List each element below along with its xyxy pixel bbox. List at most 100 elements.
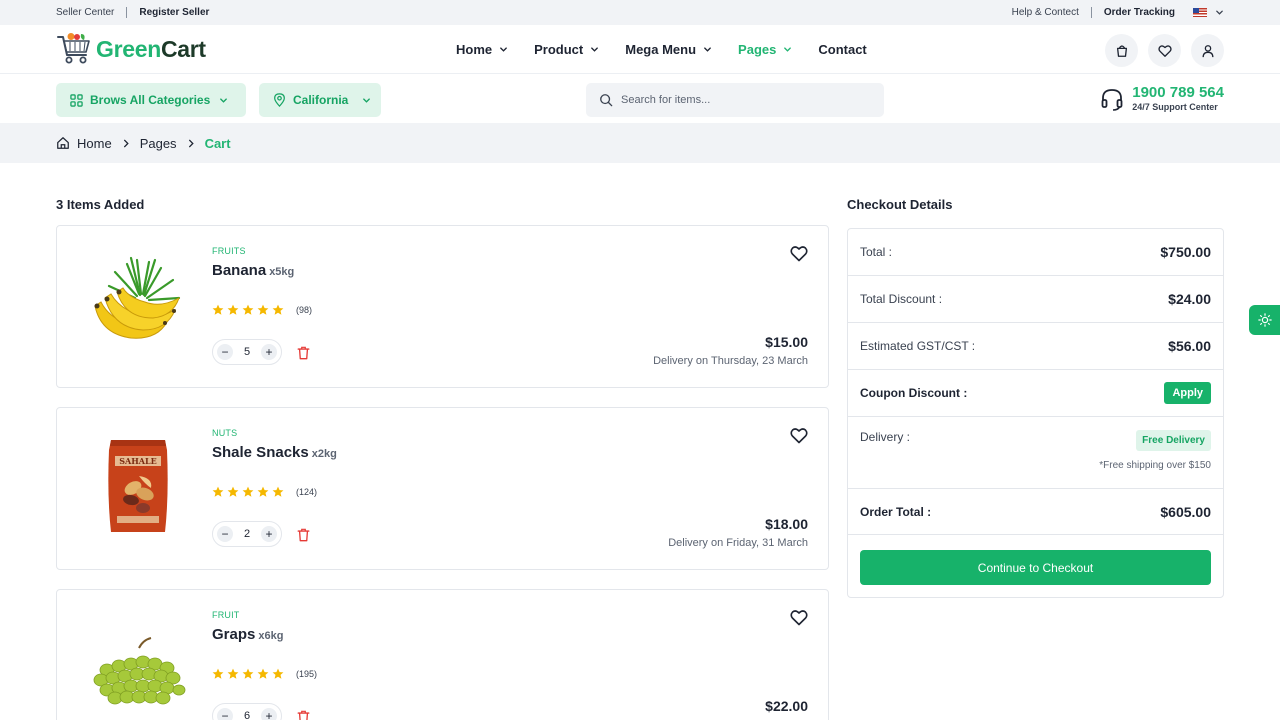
nav-item-label: Mega Menu [625, 42, 697, 57]
checkout-row-total: Total : $750.00 [848, 229, 1223, 276]
theme-toggle-button[interactable] [1249, 305, 1280, 335]
item-name[interactable]: Banana x5kg [212, 262, 294, 279]
item-unit: x6kg [258, 630, 284, 642]
shopping-bag-icon [1115, 44, 1129, 58]
star-icon [242, 668, 254, 680]
discount-label: Total Discount : [860, 292, 943, 306]
increase-button[interactable]: + [261, 526, 277, 542]
us-flag-icon[interactable] [1193, 8, 1207, 17]
nav-item-label: Product [534, 42, 584, 57]
breadcrumb-pages[interactable]: Pages [140, 136, 177, 151]
quantity-value[interactable]: 2 [244, 528, 250, 540]
chevron-down-icon [703, 45, 712, 54]
account-button[interactable] [1191, 34, 1224, 67]
item-name[interactable]: Graps x6kg [212, 626, 283, 643]
trash-icon[interactable] [297, 528, 310, 542]
breadcrumb-current: Cart [204, 135, 231, 151]
nav-item-home[interactable]: Home [456, 42, 508, 57]
top-bar: Seller Center Register Seller Help & Con… [0, 0, 1280, 25]
free-shipping-note: *Free shipping over $150 [1099, 460, 1211, 471]
item-delivery-date: Delivery on Friday, 31 March [668, 537, 808, 549]
banana-image[interactable] [87, 254, 187, 354]
decrease-button[interactable]: − [217, 526, 233, 542]
item-category: NUTS [212, 428, 238, 438]
trash-icon[interactable] [297, 346, 310, 360]
star-icon [257, 486, 269, 498]
total-value: $750.00 [1160, 244, 1211, 260]
help-contact-link[interactable]: Help & Contect [1012, 7, 1079, 18]
order-tracking-link[interactable]: Order Tracking [1104, 7, 1175, 18]
header-actions [1095, 34, 1224, 67]
home-icon [56, 136, 70, 150]
location-pin-icon [273, 93, 286, 107]
nav-item-pages[interactable]: Pages [738, 42, 792, 57]
nav-item-label: Pages [738, 42, 777, 57]
sun-icon [1257, 313, 1272, 327]
wishlist-button[interactable] [1148, 34, 1181, 67]
register-seller-link[interactable]: Register Seller [139, 7, 209, 18]
item-name[interactable]: Shale Snacks x2kg [212, 444, 337, 461]
apply-coupon-button[interactable]: Apply [1164, 382, 1211, 404]
heart-icon[interactable] [790, 245, 808, 262]
search-row: Brows All Categories California 1900 789… [0, 74, 1280, 123]
increase-button[interactable]: + [261, 344, 277, 360]
item-rating: (98) [212, 304, 312, 316]
item-price: $22.00 [765, 698, 808, 714]
increase-button[interactable]: + [261, 708, 277, 720]
nav-item-label: Home [456, 42, 493, 57]
chevron-down-icon [590, 45, 599, 54]
star-icon [212, 304, 224, 316]
snack-bag-image[interactable]: SAHALE [87, 436, 187, 536]
browse-categories-button[interactable]: Brows All Categories [56, 83, 246, 117]
chevron-down-icon[interactable] [1215, 8, 1224, 17]
browse-categories-label: Brows All Categories [90, 93, 211, 107]
chevron-down-icon [219, 96, 228, 105]
grid-icon [70, 93, 83, 107]
rating-count: (195) [296, 669, 318, 679]
quantity-value[interactable]: 5 [244, 346, 250, 358]
item-unit: x5kg [269, 266, 295, 278]
delivery-label: Delivery : [860, 430, 911, 444]
star-icon [272, 668, 284, 680]
search-box [586, 83, 884, 117]
total-label: Total : [860, 245, 893, 259]
checkout-row-coupon: Coupon Discount : Apply [848, 370, 1223, 417]
main-nav: Home Product Mega Menu Pages Contact [456, 25, 893, 74]
breadcrumb-home[interactable]: Home [56, 136, 112, 151]
support-phone[interactable]: 1900 789 564 [1132, 84, 1224, 101]
search-input[interactable] [621, 94, 861, 106]
chevron-down-icon [362, 96, 371, 105]
decrease-button[interactable]: − [217, 708, 233, 720]
cart-button[interactable] [1105, 34, 1138, 67]
continue-to-checkout-button[interactable]: Continue to Checkout [860, 550, 1211, 585]
nav-item-mega-menu[interactable]: Mega Menu [625, 42, 712, 57]
search-icon[interactable] [599, 93, 613, 107]
quantity-stepper: − 2 + [212, 521, 282, 547]
support-subtitle: 24/7 Support Center [1132, 102, 1218, 112]
decrease-button[interactable]: − [217, 344, 233, 360]
trash-icon[interactable] [297, 710, 310, 720]
quantity-stepper: − 6 + [212, 703, 282, 720]
star-icon [242, 304, 254, 316]
chevron-right-icon [187, 139, 195, 148]
logo[interactable]: GreenCart [56, 33, 206, 65]
order-total-label: Order Total : [860, 504, 932, 519]
heart-icon[interactable] [790, 609, 808, 626]
cart-item: FRUIT Graps x6kg (195) − 6 + $22.00 [56, 589, 829, 720]
cart-logo-icon [56, 33, 92, 65]
user-icon [1201, 44, 1215, 58]
discount-value: $24.00 [1168, 291, 1211, 307]
heart-icon[interactable] [790, 427, 808, 444]
nav-item-contact[interactable]: Contact [818, 42, 866, 57]
item-rating: (124) [212, 486, 317, 498]
nav-item-product[interactable]: Product [534, 42, 599, 57]
star-icon [227, 668, 239, 680]
seller-center-link[interactable]: Seller Center [56, 7, 114, 18]
chevron-down-icon [783, 45, 792, 54]
breadcrumb: Home Pages Cart [0, 123, 1280, 163]
location-selector[interactable]: California [259, 83, 381, 117]
quantity-value[interactable]: 6 [244, 710, 250, 720]
location-label: California [293, 93, 349, 107]
grapes-image[interactable] [87, 618, 187, 718]
quantity-stepper: − 5 + [212, 339, 282, 365]
